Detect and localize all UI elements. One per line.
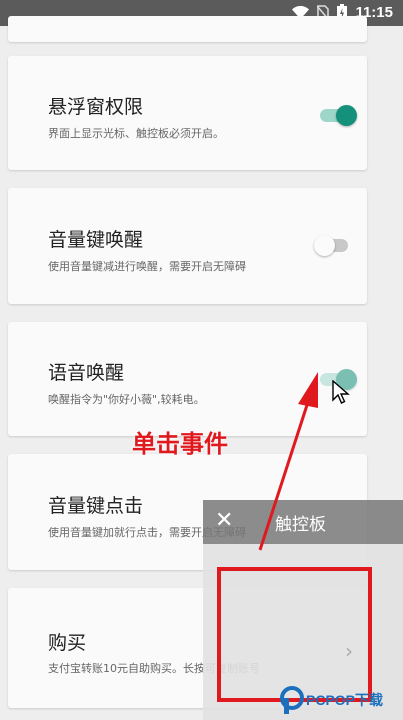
settings-card-partial bbox=[8, 16, 367, 42]
setting-title: 音量键唤醒 bbox=[48, 229, 144, 251]
pcpop-logo-icon bbox=[280, 686, 304, 714]
setting-title: 语音唤醒 bbox=[48, 362, 125, 384]
setting-title: 音量键点击 bbox=[48, 495, 144, 517]
setting-voice-wake[interactable]: 语音唤醒 唤醒指令为"你好小薇",较耗电。 bbox=[8, 322, 367, 436]
setting-description: 界面上显示光标、触控板必须开启。 bbox=[48, 127, 224, 140]
cursor-icon bbox=[332, 380, 350, 404]
setting-volume-key-wake[interactable]: 音量键唤醒 使用音量键减进行唤醒，需要开启无障碍 bbox=[8, 188, 367, 304]
touchpad-header: ✕ 触控板 bbox=[203, 500, 403, 544]
setting-description: 唤醒指令为"你好小薇",较耗电。 bbox=[48, 393, 205, 406]
annotation-label: 单击事件 bbox=[132, 430, 228, 458]
setting-floating-window[interactable]: 悬浮窗权限 界面上显示光标、触控板必须开启。 bbox=[8, 56, 367, 170]
setting-title: 悬浮窗权限 bbox=[48, 96, 144, 118]
touchpad-highlight-box bbox=[217, 567, 372, 702]
setting-title: 购买 bbox=[48, 632, 87, 654]
volume-key-wake-toggle[interactable] bbox=[314, 234, 352, 256]
setting-description: 使用音量键减进行唤醒，需要开启无障碍 bbox=[48, 260, 246, 273]
pcpop-watermark: PCPOP下载 bbox=[280, 684, 403, 720]
touchpad-title: 触控板 bbox=[275, 515, 326, 535]
watermark-text: PCPOP下载 bbox=[306, 692, 384, 708]
floating-window-toggle[interactable] bbox=[320, 104, 358, 126]
close-icon[interactable]: ✕ bbox=[215, 508, 233, 533]
